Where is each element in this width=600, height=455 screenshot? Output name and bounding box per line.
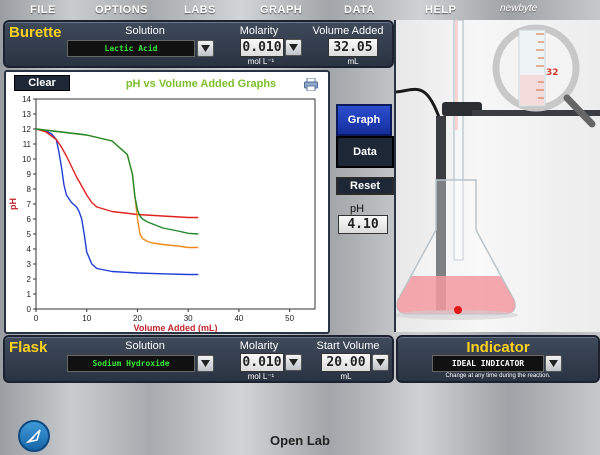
flask-start-volume-dropdown[interactable]	[372, 354, 389, 371]
burette-title: Burette	[9, 24, 62, 41]
y-tick-label: 12	[22, 125, 31, 134]
flask-title: Flask	[9, 339, 48, 356]
flask-molarity-label: Molarity	[239, 340, 279, 352]
y-tick-label: 10	[22, 155, 31, 164]
menu-graph[interactable]: GRAPH	[260, 4, 302, 16]
chevron-down-icon	[376, 359, 385, 366]
chevron-down-icon	[201, 45, 210, 52]
x-tick-label: 0	[34, 314, 39, 323]
brand-logo: newbyte	[500, 3, 538, 14]
x-tick-label: 30	[184, 314, 193, 323]
x-axis-label: Volume Added (mL)	[134, 323, 218, 332]
x-tick-label: 20	[133, 314, 142, 323]
indicator-dropdown[interactable]	[545, 355, 562, 372]
indicator-panel: Indicator IDEAL INDICATOR Change at any …	[396, 335, 600, 383]
series-line-1	[35, 128, 199, 219]
menu-options[interactable]: OPTIONS	[95, 4, 148, 16]
menu-data[interactable]: DATA	[344, 4, 375, 16]
x-tick-label: 40	[234, 314, 243, 323]
menu-file[interactable]: FILE	[30, 4, 56, 16]
ph-chart: 012345678910111213140 10 20 30 40 50Volume Ad…	[8, 95, 316, 332]
y-tick-label: 2	[27, 275, 32, 284]
burette-panel: Burette Solution Lactic Acid Molarity 0.…	[3, 20, 394, 68]
burette-molarity-display: 0.010	[240, 38, 284, 57]
burette-volume-label: Volume Added	[312, 25, 384, 37]
burette-volume-unit: mL	[347, 57, 359, 66]
y-tick-label: 4	[27, 245, 32, 254]
indicator-select[interactable]: IDEAL INDICATOR	[432, 355, 544, 372]
page-title: Open Lab	[270, 433, 330, 448]
y-tick-label: 1	[27, 290, 32, 299]
indicator-title: Indicator	[466, 339, 530, 356]
lab-apparatus-view: 32	[394, 20, 600, 332]
graph-button[interactable]: Graph	[336, 104, 392, 136]
y-tick-label: 5	[27, 230, 32, 239]
plot-frame	[35, 98, 316, 310]
y-tick-label: 9	[27, 170, 32, 179]
y-tick-label: 8	[27, 185, 32, 194]
flask-solution-label: Solution	[125, 340, 165, 352]
reset-button[interactable]: Reset	[336, 177, 394, 195]
menu-labs[interactable]: LABS	[184, 4, 216, 16]
y-tick-label: 7	[27, 200, 32, 209]
data-button[interactable]: Data	[336, 136, 394, 168]
indicator-note: Change at any time during the reaction.	[445, 373, 551, 379]
stir-bar	[454, 306, 462, 314]
flask-molarity-unit: mol L⁻¹	[247, 372, 275, 381]
y-tick-label: 3	[27, 260, 32, 269]
burette-solution-select[interactable]: Lactic Acid	[67, 40, 195, 57]
ph-label: pH	[350, 203, 365, 215]
y-tick-label: 0	[27, 305, 32, 314]
x-tick-label: 10	[82, 314, 91, 323]
burette-molarity-label: Molarity	[239, 25, 279, 37]
series-line-0	[35, 128, 199, 276]
flask-solution-select[interactable]: Sodium Hydroxide	[67, 355, 195, 372]
y-tick-label: 6	[27, 215, 32, 224]
y-axis-label: pH	[8, 198, 18, 210]
chevron-down-icon	[289, 44, 298, 51]
magnifier-reading: 32	[546, 68, 559, 78]
burette-solution-dropdown[interactable]	[197, 40, 214, 57]
flask-molarity-display: 0.010	[240, 353, 284, 372]
burette-volume-display: 32.05	[328, 38, 378, 57]
ph-display: 4.10	[338, 215, 388, 234]
y-tick-label: 13	[22, 110, 31, 119]
burette-molarity-dropdown[interactable]	[285, 39, 302, 56]
flask-solution-dropdown[interactable]	[197, 355, 214, 372]
chevron-down-icon	[201, 360, 210, 367]
flask-start-volume-unit: mL	[340, 372, 352, 381]
burette-molarity-unit: mol L⁻¹	[247, 57, 275, 66]
x-tick-label: 50	[285, 314, 294, 323]
flask-panel: Flask Solution Sodium Hydroxide Molarity…	[3, 335, 394, 383]
graph-panel: Clear pH vs Volume Added Graphs 01234567…	[4, 70, 330, 334]
flask-molarity-dropdown[interactable]	[285, 354, 302, 371]
menu-help[interactable]: HELP	[425, 4, 456, 16]
chevron-down-icon	[549, 360, 558, 367]
y-tick-label: 14	[22, 95, 31, 104]
burette-solution-label: Solution	[125, 25, 165, 37]
flask-start-volume-display: 20.00	[321, 353, 371, 372]
menu-bar: FILE OPTIONS LABS GRAPH DATA HELP newbyt…	[0, 0, 600, 20]
flask-start-volume-label: Start Volume	[316, 340, 380, 352]
y-tick-label: 11	[23, 140, 32, 149]
chevron-down-icon	[289, 359, 298, 366]
